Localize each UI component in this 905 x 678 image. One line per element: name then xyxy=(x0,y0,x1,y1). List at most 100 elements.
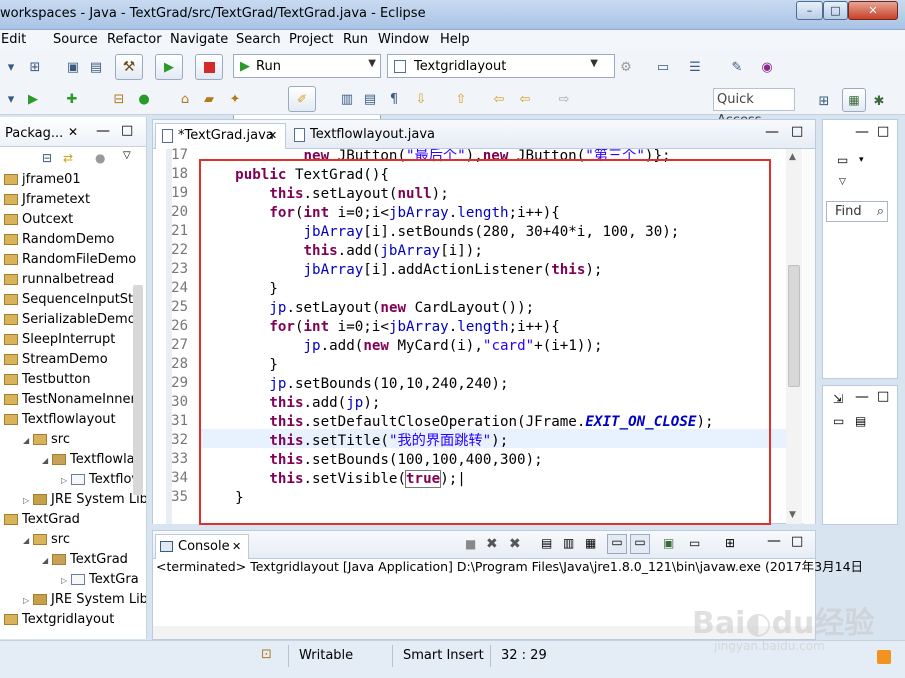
maximize-icon[interactable]: □ xyxy=(877,124,889,139)
minimize-icon[interactable]: — xyxy=(855,389,869,405)
new-wizard-icon[interactable]: ⊞ xyxy=(26,58,44,76)
tree-item[interactable]: ▷ JRE System Lib xyxy=(23,590,146,610)
settings-gear-icon[interactable]: ⚙ xyxy=(617,58,635,76)
open-perspective-icon[interactable]: ⊞ xyxy=(815,92,833,110)
terminate-icon[interactable]: ■ xyxy=(465,537,476,551)
quick-access-input[interactable]: Quick Access xyxy=(713,88,795,128)
pin-console-icon[interactable]: ▣ xyxy=(663,536,674,550)
tree-item[interactable]: ◢ src xyxy=(23,530,70,550)
debug-perspective-icon[interactable]: ✱ xyxy=(870,92,888,110)
tree-item[interactable]: ▷ JRE System Lib xyxy=(23,490,146,511)
filter-icon[interactable]: ● xyxy=(95,151,105,165)
menu-window[interactable]: Window xyxy=(378,32,429,47)
build-hammer-button[interactable]: ⚒ xyxy=(115,54,143,80)
menu-project[interactable]: Project xyxy=(289,32,333,47)
tree-item[interactable]: Outcext xyxy=(4,210,73,230)
next-annotation-icon[interactable]: ⇩ xyxy=(412,90,430,108)
search-wand-icon[interactable]: ✦ xyxy=(226,90,244,108)
view-menu-icon[interactable]: ▽ xyxy=(123,150,131,161)
prev-annotation-icon[interactable]: ⇧ xyxy=(452,90,470,108)
tab-console[interactable]: Console ✕ xyxy=(155,534,249,559)
tree-item[interactable]: TextGrad xyxy=(4,510,80,530)
expand-toggle-icon[interactable]: ◢ xyxy=(23,431,33,451)
launch-config-select[interactable]: Textgridlayout ▼ xyxy=(387,54,615,78)
minimize-icon[interactable]: — xyxy=(767,533,781,549)
debug-icon[interactable]: ◉ xyxy=(758,58,776,76)
tree-item[interactable]: SerializableDemo xyxy=(4,310,136,330)
scroll-down-icon[interactable]: ▼ xyxy=(789,510,796,520)
task-view-icon[interactable]: ▭ xyxy=(833,414,844,428)
run-toolbar-button[interactable]: ▶ xyxy=(155,54,183,80)
close-icon[interactable]: ✕ xyxy=(268,124,277,148)
tree-item[interactable]: Textgridlayout xyxy=(4,610,114,630)
save-all-icon[interactable]: ▤ xyxy=(87,58,105,76)
tree-item[interactable]: TestNonameInner xyxy=(4,390,136,410)
maximize-button[interactable]: □ xyxy=(823,1,848,20)
pin-icon[interactable]: ✎ xyxy=(728,58,746,76)
expand-toggle-icon[interactable]: ◢ xyxy=(42,451,52,471)
maximize-icon[interactable]: □ xyxy=(877,389,889,404)
expand-icon[interactable]: ▽ xyxy=(839,177,846,187)
javadoc-icon[interactable]: ▤ xyxy=(855,414,866,428)
outline-view-icon[interactable]: ⇲ xyxy=(833,392,843,406)
display-console-icon[interactable]: ▭ xyxy=(689,536,700,550)
run-mode-select[interactable]: ▶ Run ▼ xyxy=(233,54,381,78)
paragraph-icon[interactable]: ¶ xyxy=(385,90,403,108)
last-edit-icon[interactable]: ⇦ xyxy=(490,90,508,108)
menu-refactor[interactable]: Refactor xyxy=(107,32,162,47)
tree-item[interactable]: SequenceInputStr xyxy=(4,290,138,310)
menu-edit[interactable]: Edit xyxy=(1,32,26,47)
tree-item[interactable]: ▷ Textflov xyxy=(61,470,139,490)
close-icon[interactable]: ✕ xyxy=(68,125,78,139)
tree-item[interactable]: ◢ TextGrad xyxy=(42,550,128,570)
coverage-icon[interactable]: ✚ xyxy=(63,90,81,108)
open-type-icon[interactable]: ⌂ xyxy=(176,90,194,108)
new-task-icon[interactable]: ▭ xyxy=(837,153,848,167)
java-perspective-button[interactable]: ▦ xyxy=(842,88,866,112)
maximize-icon[interactable]: □ xyxy=(121,123,133,138)
find-input[interactable]: Find ⌕ xyxy=(826,201,888,222)
expand-toggle-icon[interactable]: ◢ xyxy=(42,551,52,571)
package-explorer-tab[interactable]: Packag... ✕ — □ xyxy=(0,117,146,147)
task-list-icon[interactable]: ☰ xyxy=(686,58,704,76)
tree-item[interactable]: RandomFileDemo xyxy=(4,250,136,270)
minimize-icon[interactable]: — xyxy=(765,124,779,140)
console-view-icon[interactable]: ▭ xyxy=(654,58,672,76)
tree-item[interactable]: ◢ Textflowlay xyxy=(42,450,142,470)
tree-item[interactable]: SleepInterrupt xyxy=(4,330,115,350)
rss-icon[interactable] xyxy=(877,650,891,664)
clear-console-icon[interactable]: ▤ xyxy=(541,536,552,550)
expand-toggle-icon[interactable]: ▷ xyxy=(23,491,33,511)
expand-toggle-icon[interactable]: ▷ xyxy=(61,471,71,491)
scroll-up-icon[interactable]: ▲ xyxy=(789,152,796,162)
forward-icon[interactable]: ⇨ xyxy=(555,90,573,108)
tree-item[interactable]: jframe01 xyxy=(4,170,81,190)
package-scrollbar[interactable] xyxy=(133,285,143,495)
dropdown-icon[interactable]: ▾ xyxy=(2,90,20,108)
open-console-icon[interactable]: ⊞ xyxy=(725,536,735,550)
expand-toggle-icon[interactable]: ▷ xyxy=(61,571,71,591)
toggle-mark-occurrences-button[interactable]: ✐ xyxy=(288,86,316,112)
new-dropdown-icon[interactable]: ▾ xyxy=(2,58,20,76)
expand-toggle-icon[interactable]: ◢ xyxy=(23,531,33,551)
close-icon[interactable]: ✕ xyxy=(232,535,241,558)
minimize-icon[interactable]: — xyxy=(855,124,869,140)
back-icon[interactable]: ⇦ xyxy=(516,90,534,108)
menu-run[interactable]: Run xyxy=(343,32,368,47)
collapse-all-icon[interactable]: ⊟ xyxy=(42,151,52,165)
editor-scroll-thumb[interactable] xyxy=(788,265,800,387)
stop-button[interactable] xyxy=(195,54,223,80)
new-java-project-icon[interactable]: ⊟ xyxy=(110,90,128,108)
fast-view-icon[interactable]: ⊡ xyxy=(261,647,272,662)
word-wrap-icon[interactable]: ▦ xyxy=(585,536,596,550)
show-stderr-icon[interactable]: ▭ xyxy=(630,534,650,554)
tree-item[interactable]: RandomDemo xyxy=(4,230,114,250)
save-icon[interactable]: ▣ xyxy=(64,58,82,76)
overview-ruler[interactable] xyxy=(803,149,815,524)
tree-item[interactable]: ◢ src xyxy=(23,430,70,450)
show-whitespace-icon[interactable]: ▤ xyxy=(361,90,379,108)
minimize-icon[interactable]: — xyxy=(96,123,110,139)
maximize-icon[interactable]: □ xyxy=(791,534,803,549)
tree-item[interactable]: Jframetext xyxy=(4,190,90,210)
remove-all-icon[interactable]: ✖ xyxy=(509,536,521,552)
